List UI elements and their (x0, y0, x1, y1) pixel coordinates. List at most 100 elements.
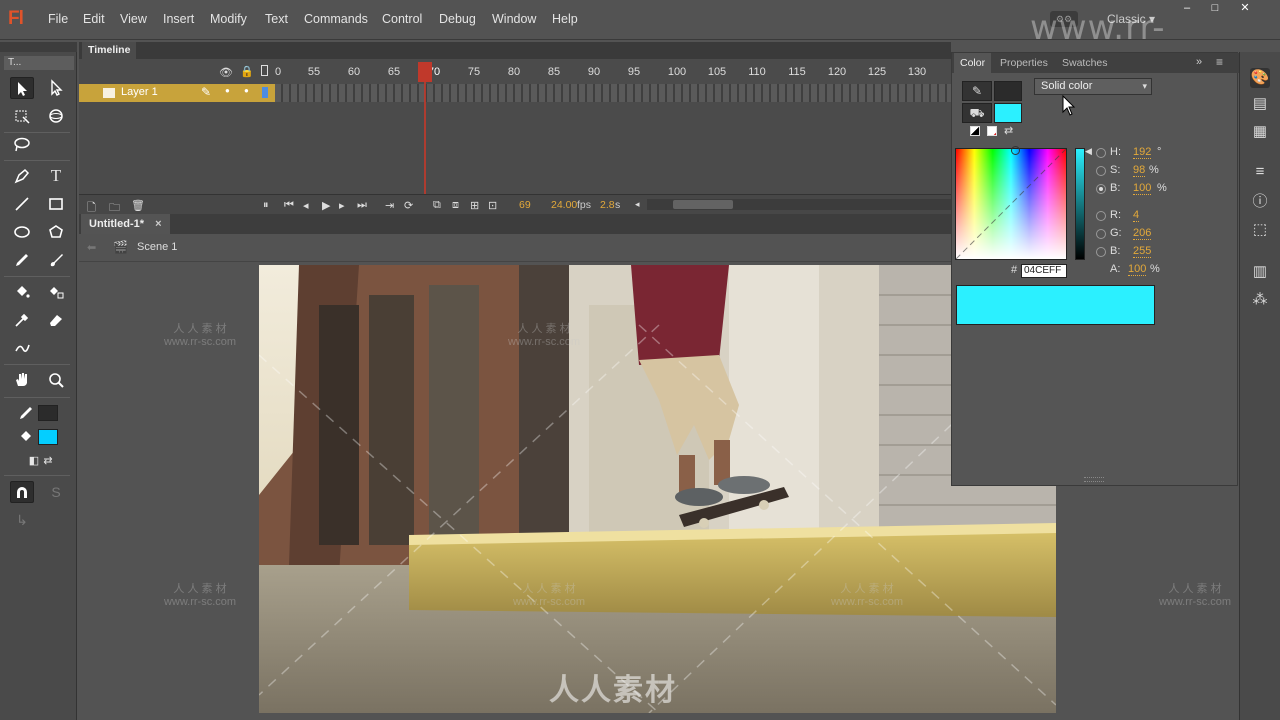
menu-commands[interactable]: Commands (304, 12, 368, 26)
fill-bucket-icon[interactable]: ⛟ (962, 103, 992, 123)
fill-type-dropdown[interactable]: Solid color ▾ (1034, 78, 1152, 95)
components-icon[interactable]: ▥ (1250, 262, 1270, 282)
step-forward-icon[interactable]: ▸ (339, 199, 345, 212)
scroll-left-icon[interactable]: ◂ (635, 199, 640, 210)
align-icon[interactable]: ≡ (1250, 162, 1270, 182)
info-icon[interactable]: ⓘ (1250, 192, 1270, 212)
fps-value[interactable]: 24.00 (551, 199, 577, 211)
eyedropper-tool[interactable] (10, 309, 34, 331)
swap-colors-icon[interactable]: ⇄ (1004, 124, 1013, 137)
menu-debug[interactable]: Debug (439, 12, 476, 26)
oval-tool[interactable] (10, 221, 34, 243)
lock-dot-icon[interactable]: ● (244, 86, 249, 95)
rectangle-tool[interactable] (44, 193, 68, 215)
step-back-icon[interactable]: ◂ (303, 199, 309, 212)
scene-name[interactable]: Scene 1 (137, 241, 177, 253)
swap-colors-icon[interactable]: ⇄ (36, 450, 60, 472)
visibility-dot-icon[interactable]: ● (225, 86, 230, 95)
scrollbar-thumb[interactable] (673, 200, 733, 209)
value-blue[interactable]: 255 (1133, 245, 1152, 258)
loop-playback-icon[interactable]: ⟳ (404, 199, 413, 212)
timeline-tab[interactable]: Timeline (82, 42, 137, 59)
spectrum-picker[interactable] (1011, 146, 1020, 155)
stroke-pencil-icon[interactable]: ✎ (962, 81, 992, 101)
play-icon[interactable]: ▶ (322, 199, 330, 212)
menu-help[interactable]: Help (552, 12, 578, 26)
value-r[interactable]: 4 (1133, 209, 1140, 222)
timeline-ruler[interactable]: 0 55 60 65 70 75 80 85 90 95 100 105 110… (275, 64, 951, 84)
frame-track[interactable] (275, 84, 951, 102)
value-s[interactable]: 98 (1133, 164, 1146, 177)
current-frame-value[interactable]: 69 (519, 199, 531, 211)
radio-r[interactable] (1096, 211, 1106, 221)
3d-rotation-tool[interactable] (44, 105, 68, 127)
onion-skin-icon[interactable]: ⧉ (433, 199, 441, 212)
line-tool[interactable] (10, 193, 34, 215)
color-panel-icon[interactable]: 🎨 (1250, 68, 1270, 88)
resize-grip[interactable] (1084, 477, 1104, 482)
edit-multiple-frames-icon[interactable]: ⊞ (470, 199, 479, 212)
text-tool[interactable]: T (44, 165, 68, 187)
go-to-last-frame-icon[interactable]: ⏭ (357, 199, 367, 212)
value-b[interactable]: 100 (1133, 182, 1152, 195)
free-transform-tool[interactable] (10, 105, 34, 127)
pen-tool[interactable] (10, 165, 34, 187)
smooth-icon[interactable]: S (44, 481, 68, 503)
hex-input[interactable]: 04CEFF (1021, 264, 1067, 278)
value-h[interactable]: 192 (1133, 146, 1152, 159)
brush-tool[interactable] (44, 249, 68, 271)
tab-properties[interactable]: Properties (994, 53, 1054, 73)
library-icon[interactable]: ▤ (1250, 94, 1270, 114)
ink-bottle-tool[interactable] (44, 281, 68, 303)
fill-color-swatch[interactable] (38, 429, 58, 445)
menu-edit[interactable]: Edit (83, 12, 105, 26)
menu-view[interactable]: View (120, 12, 147, 26)
snap-to-objects-icon[interactable] (10, 481, 34, 503)
close-tab-icon[interactable]: × (155, 218, 161, 230)
onion-skin-outlines-icon[interactable]: ⧈ (452, 199, 459, 212)
timeline-hscrollbar[interactable] (647, 199, 951, 210)
outline-color-swatch[interactable] (262, 87, 268, 98)
menu-window[interactable]: Window (492, 12, 536, 26)
radio-blue[interactable] (1096, 247, 1106, 257)
fill-color-swatch[interactable] (994, 103, 1022, 123)
radio-h[interactable] (1096, 148, 1106, 158)
stroke-color-swatch[interactable] (38, 405, 58, 421)
menu-text[interactable]: Text (265, 12, 288, 26)
width-tool[interactable] (10, 337, 34, 359)
menu-control[interactable]: Control (382, 12, 422, 26)
tab-color[interactable]: Color (954, 53, 992, 73)
transform-icon[interactable]: ⬚ (1250, 220, 1270, 240)
menu-insert[interactable]: Insert (163, 12, 194, 26)
back-arrow-icon[interactable]: ⬅ (87, 241, 96, 254)
straighten-icon[interactable]: ↳ (10, 509, 34, 531)
pencil-tool[interactable] (10, 249, 34, 271)
stroke-color-swatch[interactable] (994, 81, 1022, 101)
motion-presets-icon[interactable]: ⁂ (1250, 290, 1270, 310)
go-to-first-frame-icon[interactable]: ⏮ (284, 199, 294, 212)
color-spectrum-field[interactable] (955, 146, 1067, 260)
radio-g[interactable] (1096, 229, 1106, 239)
menu-modify[interactable]: Modify (210, 12, 247, 26)
polystar-tool[interactable] (44, 221, 68, 243)
show-hide-layers-eye-icon[interactable]: 👁 (219, 66, 233, 79)
modify-markers-icon[interactable]: ⊡ (488, 199, 497, 212)
value-alpha[interactable]: 100 (1128, 263, 1147, 276)
selection-tool[interactable] (10, 77, 34, 99)
loop-icon[interactable]: ⇥ (385, 199, 394, 212)
panel-menu-icon[interactable]: ≡ (1216, 55, 1223, 69)
outline-layers-icon[interactable] (261, 65, 268, 76)
black-and-white-icon[interactable] (970, 126, 980, 136)
lasso-tool[interactable] (10, 134, 34, 156)
zoom-tool[interactable] (44, 369, 68, 391)
brightness-slider[interactable] (1075, 148, 1085, 260)
layer-row[interactable]: Layer 1 ✎ ● ● (79, 84, 275, 102)
document-tab[interactable]: Untitled-1* × (81, 214, 170, 234)
menu-file[interactable]: File (48, 12, 68, 26)
swatches-icon[interactable]: ▦ (1250, 122, 1270, 142)
paint-bucket-tool[interactable] (10, 281, 34, 303)
center-frame-icon[interactable]: ⏸ (263, 199, 269, 212)
eraser-tool[interactable] (44, 309, 68, 331)
tab-swatches[interactable]: Swatches (1056, 53, 1114, 73)
hand-tool[interactable] (10, 369, 34, 391)
